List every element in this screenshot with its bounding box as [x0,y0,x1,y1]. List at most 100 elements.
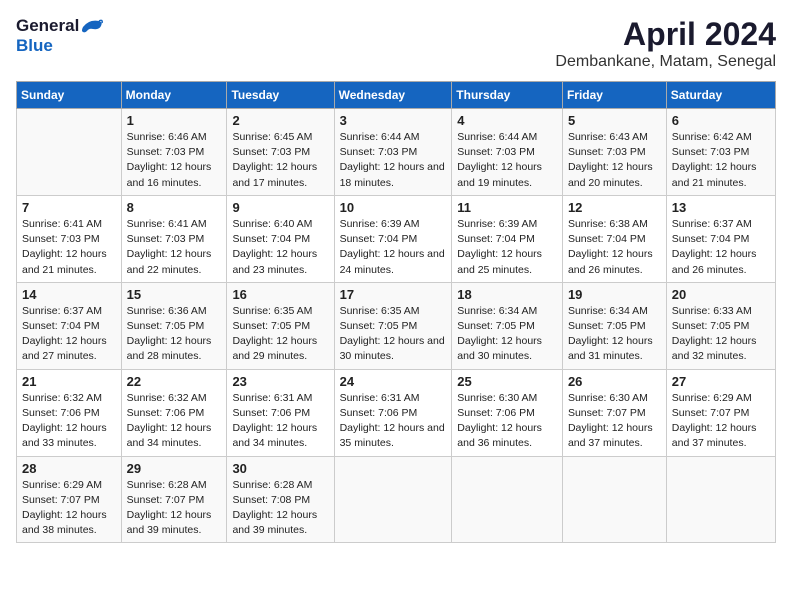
calendar-cell: 5Sunrise: 6:43 AMSunset: 7:03 PMDaylight… [562,109,666,196]
calendar-cell: 22 Sunrise: 6:32 AMSunset: 7:06 PMDayligh… [121,369,227,456]
calendar-cell: 18 Sunrise: 6:34 AMSunset: 7:05 PMDayligh… [452,282,563,369]
day-info: Sunrise: 6:35 AMSunset: 7:05 PMDaylight:… [340,304,448,365]
calendar-cell: 26 Sunrise: 6:30 AMSunset: 7:07 PMDayligh… [562,369,666,456]
day-info: Sunrise: 6:32 AMSunset: 7:06 PMDaylight:… [127,391,223,452]
calendar-subtitle: Dembankane, Matam, Senegal [555,53,776,71]
logo-blue: Blue [16,36,53,56]
day-number: 15 [127,287,223,302]
day-number: 22 [127,374,223,389]
calendar-week-row: 28 Sunrise: 6:29 AMSunset: 7:07 PMDayligh… [17,456,776,543]
day-number: 18 [457,287,558,302]
calendar-cell [452,456,563,543]
calendar-cell: 10 Sunrise: 6:39 AMSunset: 7:04 PMDayligh… [334,195,452,282]
header-day-wednesday: Wednesday [334,82,452,109]
calendar-cell [562,456,666,543]
day-number: 9 [232,200,329,215]
day-info: Sunrise: 6:31 AMSunset: 7:06 PMDaylight:… [232,391,329,452]
calendar-cell: 30 Sunrise: 6:28 AMSunset: 7:08 PMDayligh… [227,456,334,543]
calendar-cell: 21 Sunrise: 6:32 AMSunset: 7:06 PMDayligh… [17,369,122,456]
day-info: Sunrise: 6:37 AMSunset: 7:04 PMDaylight:… [672,217,771,278]
day-number: 19 [568,287,662,302]
calendar-cell [17,109,122,196]
calendar-cell: 14 Sunrise: 6:37 AMSunset: 7:04 PMDayligh… [17,282,122,369]
header-day-sunday: Sunday [17,82,122,109]
day-number: 12 [568,200,662,215]
calendar-cell: 3Sunrise: 6:44 AMSunset: 7:03 PMDaylight… [334,109,452,196]
day-number: 26 [568,374,662,389]
day-number: 16 [232,287,329,302]
calendar-week-row: 14 Sunrise: 6:37 AMSunset: 7:04 PMDayligh… [17,282,776,369]
logo-icon [81,17,103,35]
day-info: Sunrise: 6:38 AMSunset: 7:04 PMDaylight:… [568,217,662,278]
day-number: 23 [232,374,329,389]
day-info: Sunrise: 6:42 AMSunset: 7:03 PMDaylight:… [672,130,771,191]
calendar-cell: 11 Sunrise: 6:39 AMSunset: 7:04 PMDayligh… [452,195,563,282]
day-number: 11 [457,200,558,215]
day-number: 5 [568,113,662,128]
calendar-cell: 7 Sunrise: 6:41 AMSunset: 7:03 PMDaylight… [17,195,122,282]
calendar-cell: 23 Sunrise: 6:31 AMSunset: 7:06 PMDayligh… [227,369,334,456]
page-header: General Blue April 2024 Dembankane, Mata… [16,16,776,71]
day-info: Sunrise: 6:33 AMSunset: 7:05 PMDaylight:… [672,304,771,365]
day-number: 7 [22,200,117,215]
day-number: 27 [672,374,771,389]
calendar-header-row: SundayMondayTuesdayWednesdayThursdayFrid… [17,82,776,109]
title-area: April 2024 Dembankane, Matam, Senegal [555,16,776,71]
calendar-cell: 16 Sunrise: 6:35 AMSunset: 7:05 PMDayligh… [227,282,334,369]
day-info: Sunrise: 6:31 AMSunset: 7:06 PMDaylight:… [340,391,448,452]
calendar-cell: 12 Sunrise: 6:38 AMSunset: 7:04 PMDayligh… [562,195,666,282]
day-info: Sunrise: 6:41 AMSunset: 7:03 PMDaylight:… [22,217,117,278]
day-number: 13 [672,200,771,215]
calendar-cell: 15 Sunrise: 6:36 AMSunset: 7:05 PMDayligh… [121,282,227,369]
day-info: Sunrise: 6:37 AMSunset: 7:04 PMDaylight:… [22,304,117,365]
day-number: 25 [457,374,558,389]
day-info: Sunrise: 6:28 AMSunset: 7:08 PMDaylight:… [232,478,329,539]
day-number: 2 [232,113,329,128]
day-number: 3 [340,113,448,128]
day-number: 21 [22,374,117,389]
calendar-cell: 13 Sunrise: 6:37 AMSunset: 7:04 PMDayligh… [666,195,775,282]
calendar-week-row: 7 Sunrise: 6:41 AMSunset: 7:03 PMDaylight… [17,195,776,282]
calendar-cell: 27 Sunrise: 6:29 AMSunset: 7:07 PMDayligh… [666,369,775,456]
day-number: 28 [22,461,117,476]
logo: General Blue [16,16,103,56]
day-number: 8 [127,200,223,215]
logo-general: General [16,16,79,36]
calendar-cell [334,456,452,543]
header-day-tuesday: Tuesday [227,82,334,109]
header-day-saturday: Saturday [666,82,775,109]
day-info: Sunrise: 6:35 AMSunset: 7:05 PMDaylight:… [232,304,329,365]
day-info: Sunrise: 6:34 AMSunset: 7:05 PMDaylight:… [457,304,558,365]
day-number: 20 [672,287,771,302]
day-number: 29 [127,461,223,476]
day-info: Sunrise: 6:45 AMSunset: 7:03 PMDaylight:… [232,130,329,191]
day-number: 17 [340,287,448,302]
calendar-title: April 2024 [555,16,776,53]
calendar-cell: 28 Sunrise: 6:29 AMSunset: 7:07 PMDayligh… [17,456,122,543]
day-info: Sunrise: 6:41 AMSunset: 7:03 PMDaylight:… [127,217,223,278]
day-number: 14 [22,287,117,302]
day-info: Sunrise: 6:30 AMSunset: 7:07 PMDaylight:… [568,391,662,452]
header-day-friday: Friday [562,82,666,109]
calendar-cell: 29Sunrise: 6:28 AMSunset: 7:07 PMDayligh… [121,456,227,543]
day-info: Sunrise: 6:29 AMSunset: 7:07 PMDaylight:… [672,391,771,452]
calendar-cell: 9Sunrise: 6:40 AMSunset: 7:04 PMDaylight… [227,195,334,282]
calendar-cell: 6Sunrise: 6:42 AMSunset: 7:03 PMDaylight… [666,109,775,196]
header-day-monday: Monday [121,82,227,109]
day-info: Sunrise: 6:39 AMSunset: 7:04 PMDaylight:… [457,217,558,278]
day-info: Sunrise: 6:29 AMSunset: 7:07 PMDaylight:… [22,478,117,539]
day-number: 1 [127,113,223,128]
calendar-cell: 25Sunrise: 6:30 AMSunset: 7:06 PMDayligh… [452,369,563,456]
calendar-cell: 8 Sunrise: 6:41 AMSunset: 7:03 PMDaylight… [121,195,227,282]
calendar-cell: 19Sunrise: 6:34 AMSunset: 7:05 PMDayligh… [562,282,666,369]
day-info: Sunrise: 6:36 AMSunset: 7:05 PMDaylight:… [127,304,223,365]
day-number: 4 [457,113,558,128]
calendar-cell: 2 Sunrise: 6:45 AMSunset: 7:03 PMDaylight… [227,109,334,196]
day-info: Sunrise: 6:39 AMSunset: 7:04 PMDaylight:… [340,217,448,278]
day-number: 30 [232,461,329,476]
header-day-thursday: Thursday [452,82,563,109]
calendar-cell [666,456,775,543]
calendar-week-row: 21 Sunrise: 6:32 AMSunset: 7:06 PMDayligh… [17,369,776,456]
day-info: Sunrise: 6:32 AMSunset: 7:06 PMDaylight:… [22,391,117,452]
day-number: 10 [340,200,448,215]
